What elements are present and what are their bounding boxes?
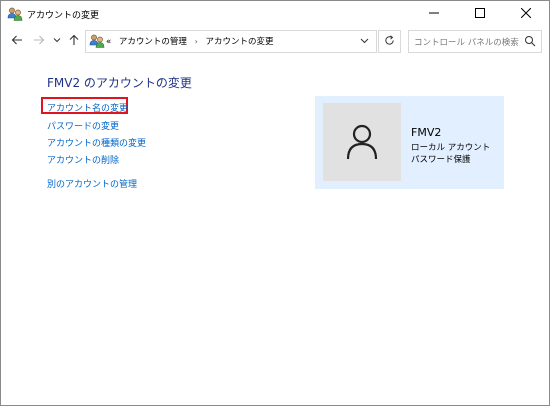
breadcrumb-overflow[interactable]: « [106,37,111,47]
address-history-button[interactable] [357,35,371,49]
close-button[interactable] [503,1,549,27]
delete-account-link[interactable]: アカウントの削除 [47,153,119,166]
arrow-right-icon [33,34,45,49]
search-placeholder: コントロール パネルの検索 [414,38,519,48]
minimize-icon [429,8,439,21]
chevron-down-icon [360,36,369,48]
chevron-down-icon [53,36,61,47]
manage-another-account-link[interactable]: 別のアカウントの管理 [47,177,137,190]
search-input[interactable]: コントロール パネルの検索 [408,30,542,53]
account-name: FMV2 [411,126,442,139]
user-silhouette-icon [342,121,382,164]
user-accounts-icon [89,33,105,49]
window-title: アカウントの変更 [27,11,100,21]
search-icon[interactable] [524,35,536,47]
breadcrumb-separator[interactable]: › [195,37,198,46]
navigation-bar: « アカウントの管理 › アカウントの変更 コントロール パネルの検索 [1,27,549,55]
title-bar: アカウントの変更 [1,1,549,27]
maximize-button[interactable] [457,1,503,27]
back-button[interactable] [9,32,25,50]
maximize-icon [475,7,485,21]
close-icon [520,7,532,21]
user-accounts-icon [7,6,23,22]
account-protection: パスワード保護 [411,155,471,165]
forward-button[interactable] [31,32,47,50]
account-type: ローカル アカウント [411,143,491,153]
change-account-name-link[interactable]: アカウント名の変更 [47,101,128,114]
account-tile: FMV2 ローカル アカウント パスワード保護 [315,96,504,189]
change-account-type-link[interactable]: アカウントの種類の変更 [47,136,146,149]
refresh-icon [384,34,395,49]
breadcrumb-item-account-management[interactable]: アカウントの管理 [119,37,187,47]
minimize-button[interactable] [411,1,457,27]
window: アカウントの変更 « アカウントの管理 › アカウントの変更 コントロール パネ… [0,0,550,406]
arrow-left-icon [11,34,23,49]
breadcrumb-item-change-account[interactable]: アカウントの変更 [206,37,274,47]
main-content: FMV2 のアカウントの変更 アカウント名の変更 パスワードの変更 アカウントの… [1,55,549,405]
arrow-up-icon [68,34,80,49]
up-button[interactable] [66,32,82,50]
recent-locations-button[interactable] [51,32,63,50]
change-password-link[interactable]: パスワードの変更 [47,119,119,132]
avatar [323,103,401,181]
address-bar[interactable]: « アカウントの管理 › アカウントの変更 [85,30,377,53]
refresh-button[interactable] [378,30,401,53]
page-title: FMV2 のアカウントの変更 [47,76,192,90]
breadcrumb: « アカウントの管理 › アカウントの変更 [106,35,274,47]
